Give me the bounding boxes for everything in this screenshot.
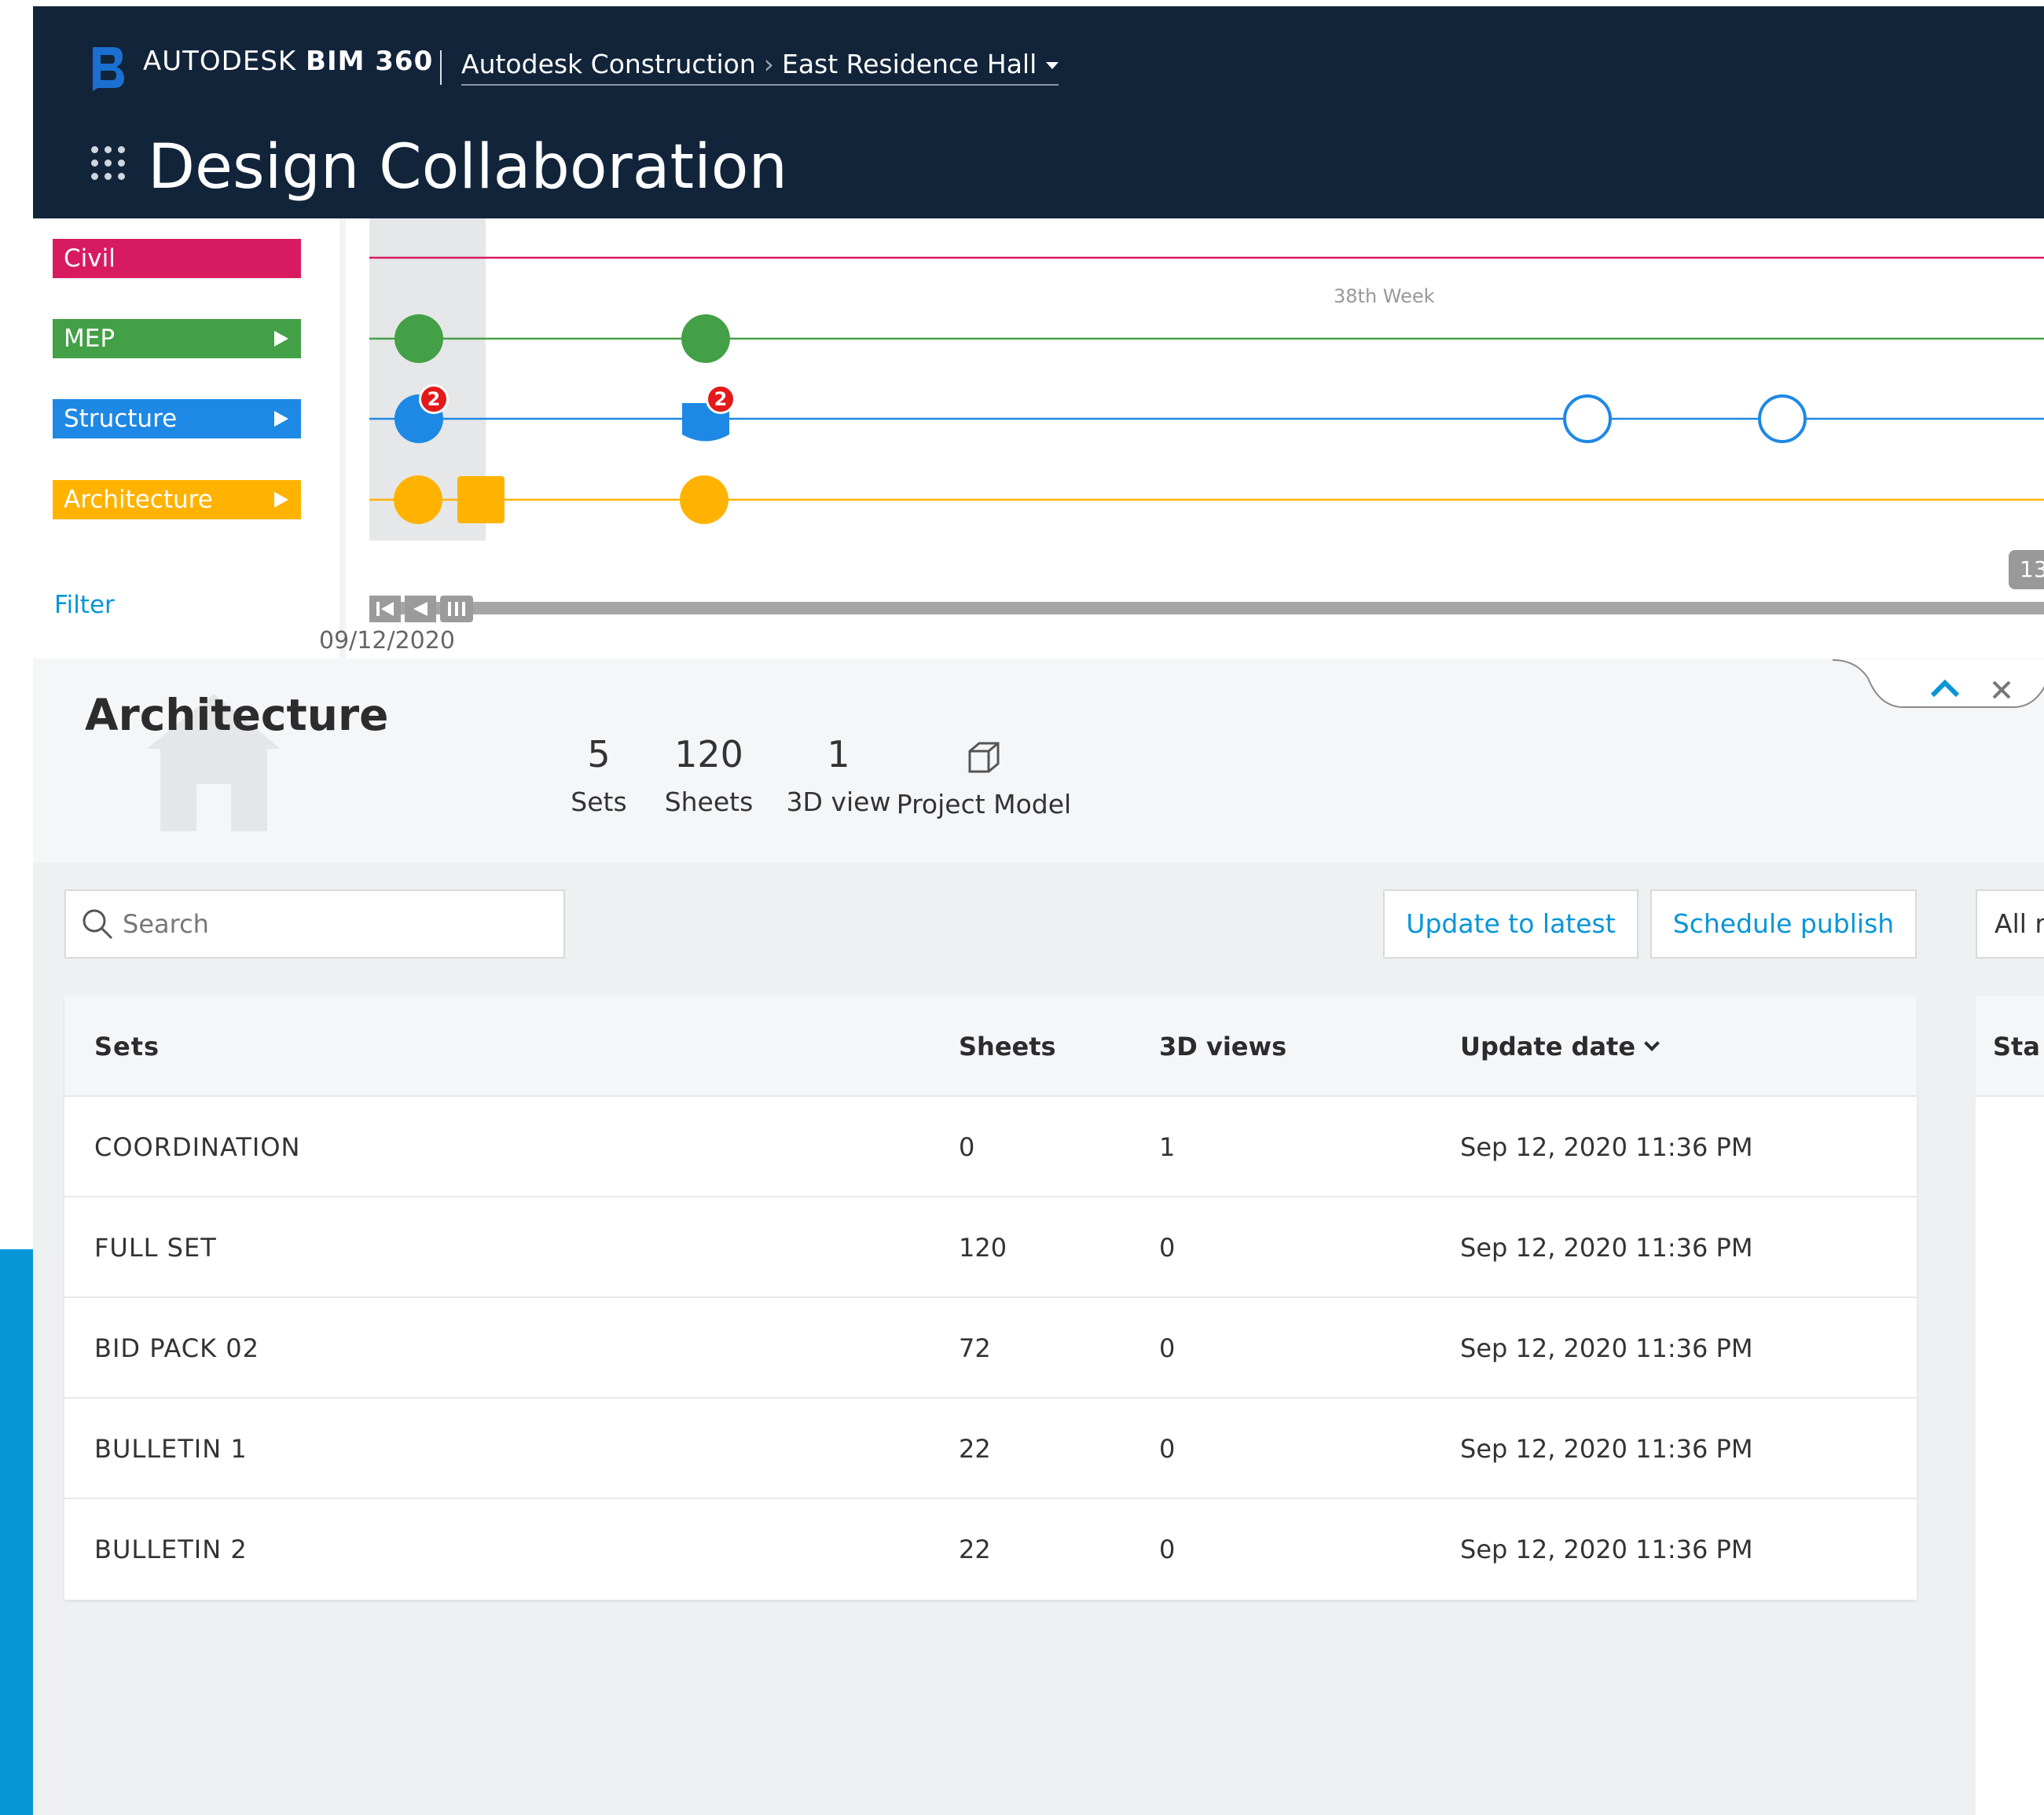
update-date: Sep 12, 2020 11:36 PM <box>1460 1132 1753 1162</box>
background-accent <box>0 1249 33 1815</box>
search-field[interactable] <box>64 889 565 959</box>
set-name: BID PACK 02 <box>94 1333 259 1363</box>
brand-divider <box>440 50 442 85</box>
set-name: BULLETIN 2 <box>94 1534 248 1564</box>
column-header-sheets[interactable]: Sheets <box>959 996 1056 1097</box>
table-header: Sets Sheets 3D views Update date <box>64 996 1917 1097</box>
project-model-label: Project Model <box>896 789 1072 820</box>
view-count: 0 <box>1159 1434 1176 1464</box>
bim360-logo-icon <box>93 47 124 91</box>
update-date: Sep 12, 2020 11:36 PM <box>1460 1233 1753 1263</box>
table-row[interactable]: BULLETIN 1 22 0 Sep 12, 2020 11:36 PM <box>64 1399 1917 1499</box>
panel-tab <box>1833 659 2044 708</box>
week-label: 38th Week <box>1334 285 1435 307</box>
top-header: AUTODESK BIM 360 Autodesk Construction › E… <box>33 6 2044 218</box>
breadcrumb[interactable]: Autodesk Construction › East Residence Hal… <box>461 49 1059 86</box>
sets-area: Update to latest Schedule publish All r … <box>33 863 2044 1815</box>
details-title: Architecture <box>85 690 389 740</box>
column-header-update-date[interactable]: Update date <box>1460 996 1660 1097</box>
jump-start-icon[interactable] <box>369 596 401 622</box>
table-row[interactable]: COORDINATION 0 1 Sep 12, 2020 11:36 PM <box>64 1097 1917 1197</box>
update-date: Sep 12, 2020 11:36 PM <box>1460 1434 1753 1464</box>
app-window: AUTODESK BIM 360 Autodesk Construction › E… <box>33 6 2044 1815</box>
column-header-sets[interactable]: Sets <box>94 996 160 1097</box>
set-name: COORDINATION <box>94 1132 301 1162</box>
view-count: 0 <box>1159 1534 1176 1564</box>
step-back-icon[interactable] <box>405 596 436 622</box>
architecture-package-marker[interactable] <box>394 475 442 524</box>
sheet-count: 22 <box>959 1434 991 1464</box>
package-count-badge: 2 <box>706 384 736 414</box>
brand-name: AUTODESK BIM 360 <box>143 46 434 77</box>
app-switcher-grid-icon[interactable] <box>91 146 126 181</box>
mep-package-marker[interactable] <box>681 314 730 363</box>
filter-dropdown[interactable]: All r <box>1976 889 2044 959</box>
breadcrumb-company[interactable]: Autodesk Construction <box>461 49 756 79</box>
timeline-date-label: 09/12/2020 <box>319 627 455 654</box>
package-total-badge[interactable]: 13 <box>2009 550 2044 589</box>
page-title: Design Collaboration <box>148 132 787 203</box>
sheet-count: 22 <box>959 1534 991 1564</box>
sort-chevron-down-icon[interactable] <box>1644 1036 1660 1051</box>
update-to-latest-button[interactable]: Update to latest <box>1383 889 1639 959</box>
search-input[interactable] <box>123 891 547 957</box>
view-count: 0 <box>1159 1233 1176 1263</box>
structure-pending-marker[interactable] <box>1563 394 1612 443</box>
update-date: Sep 12, 2020 11:36 PM <box>1460 1333 1753 1363</box>
timeline-chart <box>369 218 2044 622</box>
sheet-count: 0 <box>959 1132 975 1162</box>
project-model-link[interactable]: Project Model <box>890 737 1078 820</box>
set-name: FULL SET <box>94 1233 217 1263</box>
view-count: 1 <box>1159 1132 1176 1162</box>
sets-table: Sets Sheets 3D views Update date COORDIN… <box>64 996 1917 1600</box>
scroll-handle-icon[interactable] <box>440 596 473 622</box>
view-count: 0 <box>1159 1333 1176 1363</box>
mep-package-marker[interactable] <box>394 314 443 363</box>
breadcrumb-project[interactable]: East Residence Hall <box>782 49 1037 79</box>
timeline-scrollbar[interactable] <box>369 602 2044 614</box>
table-row[interactable]: FULL SET 120 0 Sep 12, 2020 11:36 PM <box>64 1197 1917 1298</box>
column-header-status[interactable]: Sta <box>1993 996 2040 1097</box>
schedule-publish-button[interactable]: Schedule publish <box>1650 889 1917 959</box>
sheet-count: 72 <box>959 1333 991 1363</box>
breadcrumb-chevron-icon: › <box>763 49 774 79</box>
search-icon <box>83 909 113 940</box>
architecture-package-marker[interactable] <box>680 475 728 524</box>
cube-3d-icon <box>968 742 1000 773</box>
table-row[interactable]: BULLETIN 2 22 0 Sep 12, 2020 11:36 PM <box>64 1499 1917 1600</box>
update-date: Sep 12, 2020 11:36 PM <box>1460 1534 1753 1564</box>
discipline-details-panel: Architecture 5 Sets 120 Sheets 1 3D view… <box>33 658 2044 863</box>
table-header: Sta <box>1976 996 2044 1097</box>
sheet-count: 120 <box>959 1233 1007 1263</box>
status-table: Sta <box>1976 996 2044 1815</box>
column-header-3d-views[interactable]: 3D views <box>1159 996 1286 1097</box>
table-row[interactable]: BID PACK 02 72 0 Sep 12, 2020 11:36 PM <box>64 1298 1917 1399</box>
set-name: BULLETIN 1 <box>94 1434 248 1464</box>
structure-pending-marker[interactable] <box>1758 394 1807 443</box>
architecture-selected-marker[interactable] <box>457 476 505 523</box>
caret-down-icon[interactable] <box>1046 62 1059 69</box>
package-count-badge: 2 <box>419 384 449 414</box>
